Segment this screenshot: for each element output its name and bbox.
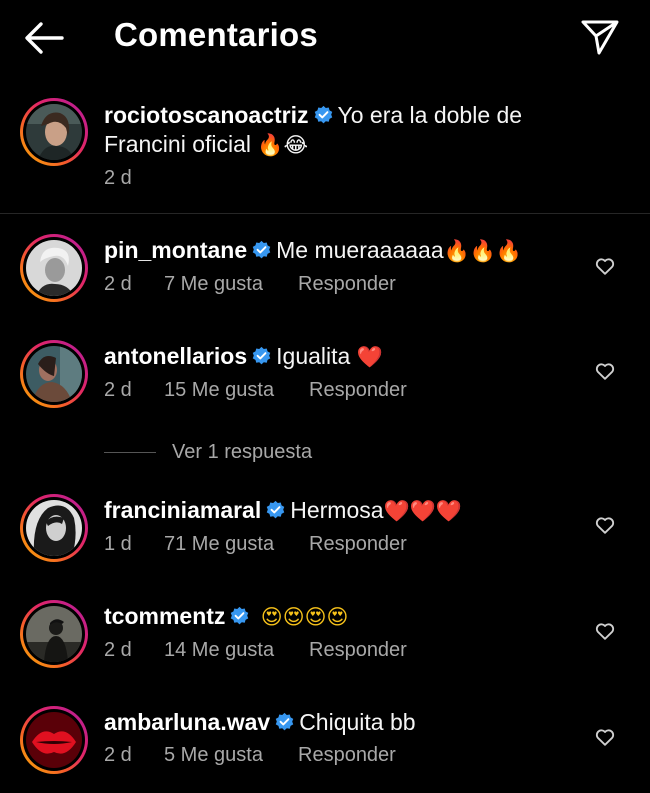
reply-button[interactable]: Responder bbox=[309, 379, 407, 402]
comment-username[interactable]: rocio​toscanoactriz bbox=[104, 102, 309, 128]
comment-time: 2 d bbox=[104, 744, 132, 766]
comment-username[interactable]: franciniamaral bbox=[104, 497, 261, 523]
top-bar: Comentarios bbox=[0, 0, 650, 76]
verified-badge-icon bbox=[314, 105, 332, 124]
avatar[interactable] bbox=[20, 340, 88, 408]
comment-emojis: ❤️ bbox=[356, 345, 383, 369]
comment-emojis: 🔥🔥🔥 bbox=[443, 239, 523, 263]
paper-plane-icon bbox=[581, 20, 619, 55]
divider bbox=[0, 213, 650, 214]
heart-icon[interactable] bbox=[594, 726, 616, 748]
heart-icon[interactable] bbox=[594, 255, 616, 277]
reply-button[interactable]: Responder bbox=[309, 639, 407, 662]
reply-button[interactable]: Responder bbox=[309, 533, 407, 556]
comment-emojis: 😍😍😍😍 bbox=[260, 605, 349, 629]
comment-username[interactable]: pin_montane bbox=[104, 237, 247, 263]
verified-badge-icon bbox=[252, 240, 271, 259]
comment-text: Hermosa bbox=[290, 497, 384, 523]
comment-text: Me mueraaaaaa bbox=[276, 237, 444, 263]
back-button[interactable] bbox=[22, 18, 66, 58]
comment-likes[interactable]: 71 Me gusta bbox=[164, 533, 309, 556]
arrow-left-icon bbox=[25, 22, 64, 54]
verified-badge-icon bbox=[275, 712, 294, 731]
page-title: Comentarios bbox=[114, 16, 318, 53]
comment-time: 1 d bbox=[104, 533, 132, 555]
comment-likes[interactable]: 5 Me gusta bbox=[164, 744, 298, 767]
comment-username[interactable]: tcommentz bbox=[104, 603, 225, 629]
comment-likes[interactable]: 7 Me gusta bbox=[164, 273, 298, 296]
comment-username[interactable]: antonellarios bbox=[104, 343, 247, 369]
verified-badge-icon bbox=[252, 346, 271, 365]
comment-likes[interactable]: 15 Me gusta bbox=[164, 379, 309, 402]
avatar[interactable] bbox=[20, 600, 88, 668]
view-replies-button[interactable]: Ver 1 respuesta bbox=[104, 438, 312, 466]
reply-button[interactable]: Responder bbox=[298, 744, 396, 767]
comment-emojis: ❤️❤️❤️ bbox=[383, 499, 463, 523]
comment-time: 2 d bbox=[104, 167, 132, 189]
share-button[interactable] bbox=[578, 14, 622, 58]
comment-text: Chiquita bb bbox=[299, 709, 416, 735]
comment-time: 2 d bbox=[104, 379, 132, 401]
avatar[interactable] bbox=[20, 98, 88, 166]
reply-button[interactable]: Responder bbox=[298, 273, 396, 296]
avatar[interactable] bbox=[20, 706, 88, 774]
comment-time: 2 d bbox=[104, 639, 132, 661]
verified-badge-icon bbox=[231, 606, 249, 625]
verified-badge-icon bbox=[267, 500, 285, 519]
comment-text: Igualita bbox=[276, 343, 351, 369]
comment-time: 2 d bbox=[104, 273, 132, 295]
view-replies-label: Ver 1 respuesta bbox=[172, 440, 313, 463]
heart-icon[interactable] bbox=[594, 620, 616, 642]
comment-likes[interactable]: 14 Me gusta bbox=[164, 639, 309, 662]
avatar[interactable] bbox=[20, 234, 88, 302]
heart-icon[interactable] bbox=[594, 514, 616, 536]
heart-icon[interactable] bbox=[594, 360, 616, 382]
replies-rule bbox=[104, 451, 156, 453]
comment-username[interactable]: ambarluna.wav bbox=[104, 709, 270, 735]
comment-emojis: 🔥😂 bbox=[257, 133, 309, 157]
avatar[interactable] bbox=[20, 494, 88, 562]
